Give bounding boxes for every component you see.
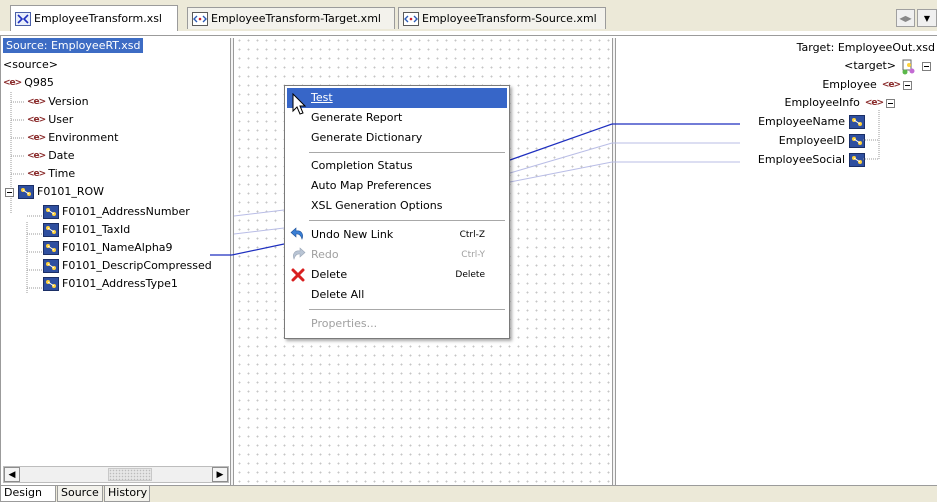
menu-item-test[interactable]: Test (287, 88, 507, 108)
delete-x-icon (290, 267, 306, 283)
complex-type-icon (43, 259, 59, 273)
shortcut-label: Delete (455, 270, 485, 280)
tab-label: EmployeeTransform-Source.xml (422, 12, 597, 25)
complex-type-icon (43, 277, 59, 291)
tab-list-dropdown[interactable]: ▼ (917, 9, 937, 27)
tree-node-time[interactable]: <e> Time (27, 165, 75, 183)
element-icon: <e> (27, 169, 46, 179)
scroll-left-icon[interactable]: ◀ (4, 467, 20, 482)
menu-item-generate-report[interactable]: Generate Report (287, 108, 507, 128)
editor-tab-bar: EmployeeTransform.xsl EmployeeTransform-… (0, 0, 937, 31)
xsl-map-icon (15, 11, 31, 26)
menu-separator (309, 152, 505, 153)
tree-node-date[interactable]: <e> Date (27, 147, 74, 165)
tab-label: EmployeeTransform.xsl (34, 12, 162, 25)
tree-node-f0101-namealpha9[interactable]: F0101_NameAlpha9 (43, 239, 173, 257)
tab-scroll-right-icon[interactable]: ▶ (906, 14, 912, 23)
menu-item-xsl-generation-options[interactable]: XSL Generation Options (287, 196, 507, 216)
tab-scroll-arrows[interactable]: ◀ ▶ (896, 9, 915, 27)
element-icon: <e> (27, 151, 46, 161)
tree-node-f0101-taxid[interactable]: F0101_TaxId (43, 221, 130, 239)
menu-item-undo-new-link[interactable]: Undo New Link Ctrl-Z (287, 225, 507, 245)
complex-type-icon (43, 241, 59, 255)
menu-item-auto-map-preferences[interactable]: Auto Map Preferences (287, 176, 507, 196)
complex-type-icon (43, 205, 59, 219)
menu-item-generate-dictionary[interactable]: Generate Dictionary (287, 128, 507, 148)
tab-source[interactable]: Source (57, 486, 103, 502)
element-icon: <e> (27, 97, 46, 107)
tree-node-version[interactable]: <e> Version (27, 93, 89, 111)
shortcut-label: Ctrl-Y (461, 250, 485, 260)
scrollbar-thumb[interactable] (108, 468, 152, 481)
menu-item-delete[interactable]: Delete Delete (287, 265, 507, 285)
source-canvas-splitter[interactable] (230, 38, 234, 485)
tree-node-environment[interactable]: <e> Environment (27, 129, 118, 147)
mouse-pointer-icon (292, 93, 307, 115)
undo-icon (290, 227, 306, 243)
menu-item-properties[interactable]: Properties... (287, 314, 507, 334)
tab-label: EmployeeTransform-Target.xml (211, 12, 381, 25)
element-icon: <e> (27, 115, 46, 125)
menu-item-redo[interactable]: Redo Ctrl-Y (287, 245, 507, 265)
redo-icon (290, 247, 306, 263)
menu-separator (309, 309, 505, 310)
tab-history[interactable]: History (104, 486, 150, 502)
xml-file-icon (403, 11, 419, 26)
xml-file-icon (192, 11, 208, 26)
source-horizontal-scrollbar[interactable]: ◀ ▶ (3, 466, 229, 483)
tree-node-user[interactable]: <e> User (27, 111, 73, 129)
source-tree-pane: Source: EmployeeRT.xsd <source> <e> Q985 (1, 36, 231, 485)
tab-design[interactable]: Design (0, 486, 56, 502)
tree-node-f0101-addressnumber[interactable]: F0101_AddressNumber (43, 203, 190, 221)
target-tree-connector-lines (863, 110, 880, 160)
editor-view-tabs: Design Source History (0, 486, 937, 502)
tab-employeetransform-xsl[interactable]: EmployeeTransform.xsl (10, 5, 178, 31)
complex-type-icon (18, 185, 34, 199)
element-icon: <e> (27, 133, 46, 143)
menu-item-completion-status[interactable]: Completion Status (287, 156, 507, 176)
tab-employeetransform-target-xml[interactable]: EmployeeTransform-Target.xml (187, 7, 395, 29)
chevron-down-icon[interactable]: ▼ (924, 14, 930, 23)
canvas-target-splitter[interactable] (612, 38, 616, 485)
collapse-toggle-icon[interactable] (5, 187, 14, 197)
tree-node-f0101-descripcompressed[interactable]: F0101_DescripCompressed (43, 257, 212, 275)
target-tree-pane: Target: EmployeeOut.xsd <target> Employe… (617, 36, 937, 485)
tab-employeetransform-source-xml[interactable]: EmployeeTransform-Source.xml (398, 7, 606, 29)
context-menu: Test Generate Report Generate Dictionary… (284, 85, 510, 339)
menu-item-delete-all[interactable]: Delete All (287, 285, 507, 305)
tree-node-f0101-addresstype1[interactable]: F0101_AddressType1 (43, 275, 178, 293)
shortcut-label: Ctrl-Z (459, 230, 485, 240)
menu-separator (309, 220, 505, 221)
complex-type-icon (43, 223, 59, 237)
tree-node-f0101-row[interactable]: F0101_ROW (5, 183, 104, 201)
scroll-right-icon[interactable]: ▶ (212, 467, 228, 482)
